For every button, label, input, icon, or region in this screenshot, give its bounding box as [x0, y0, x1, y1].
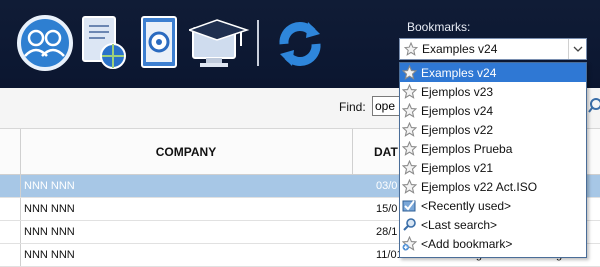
refresh-icon[interactable]	[274, 18, 326, 73]
star-icon	[401, 102, 418, 121]
cell-company: NNN NNN	[24, 249, 75, 261]
document-gear-icon[interactable]	[138, 14, 182, 75]
bookmark-option[interactable]: Ejemplos v22	[400, 120, 586, 139]
cell-company: NNN NNN	[24, 226, 75, 238]
document-globe-icon[interactable]	[80, 14, 128, 75]
add-star-icon	[401, 235, 418, 254]
find-label: Find:	[339, 100, 366, 114]
bookmark-option[interactable]: Ejemplos Prueba	[400, 139, 586, 158]
bookmarks-dropdown-list: Examples v24 Ejemplos v23 Ejemplos v24 E…	[399, 62, 587, 258]
row-selector[interactable]	[0, 221, 21, 243]
bookmarks-label: Bookmarks:	[407, 20, 471, 34]
find-input[interactable]	[372, 96, 400, 116]
bookmark-option[interactable]: Ejemplos v23	[400, 82, 586, 101]
magnifier-icon	[402, 217, 417, 235]
column-header-company[interactable]: COMPANY	[20, 129, 353, 174]
star-icon	[401, 83, 418, 102]
star-icon	[401, 159, 418, 178]
star-icon	[401, 140, 418, 159]
bookmarks-combobox[interactable]: Examples v24	[399, 38, 587, 60]
star-icon	[403, 41, 419, 59]
chevron-down-icon[interactable]	[568, 39, 586, 59]
recent-icon	[402, 198, 417, 216]
cell-date: 28/1	[376, 226, 398, 238]
bookmark-option-recently-used[interactable]: <Recently used>	[400, 196, 586, 215]
star-icon	[401, 64, 418, 83]
graduation-monitor-icon[interactable]	[186, 16, 251, 73]
toolbar-separator	[257, 20, 259, 66]
bookmark-option[interactable]: Ejemplos v22 Act.ISO	[400, 177, 586, 196]
cell-company: NNN NNN	[24, 180, 75, 192]
bookmark-option[interactable]: Ejemplos v21	[400, 158, 586, 177]
bookmark-option[interactable]: Examples v24	[400, 63, 586, 82]
row-selector-header	[0, 129, 21, 174]
cell-date: 15/0	[376, 203, 398, 215]
bookmark-option[interactable]: Ejemplos v24	[400, 101, 586, 120]
users-icon[interactable]	[16, 14, 74, 75]
row-selector[interactable]	[0, 175, 21, 197]
star-icon	[401, 121, 418, 140]
cell-company: NNN NNN	[24, 203, 75, 215]
bookmark-option-add[interactable]: <Add bookmark>	[400, 234, 586, 253]
row-selector[interactable]	[0, 198, 21, 220]
bookmark-option-last-search[interactable]: <Last search>	[400, 215, 586, 234]
star-icon	[401, 178, 418, 197]
cell-date: 03/0	[376, 180, 398, 192]
row-selector[interactable]	[0, 244, 21, 266]
magnifier-icon[interactable]	[588, 96, 600, 116]
bookmarks-selected-value: Examples v24	[422, 42, 498, 56]
